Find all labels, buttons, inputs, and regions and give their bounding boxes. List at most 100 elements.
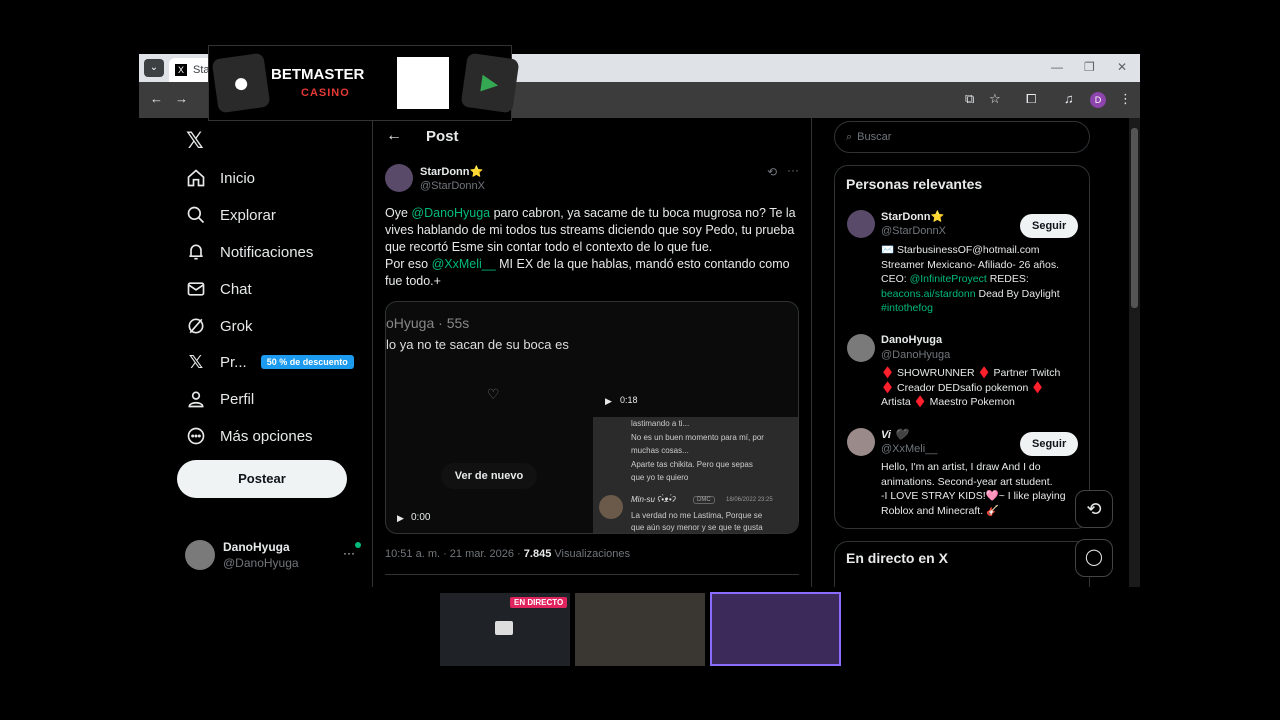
replay-button[interactable]: Ver de nuevo <box>441 463 537 489</box>
scrollbar-thumb[interactable] <box>1131 128 1138 308</box>
x-icon: 𝕏 <box>188 351 204 372</box>
chat-tag: DMC <box>693 496 715 504</box>
person-bio: Hello, I'm an artist, I draw And I do an… <box>881 461 1066 517</box>
minimize-icon[interactable]: — <box>1051 60 1063 74</box>
sidebar-item-explorar[interactable]: Explorar <box>185 201 276 229</box>
person-handle: @XxMeli__ <box>881 443 938 455</box>
heart-icon[interactable]: ♡ <box>487 386 500 403</box>
back-arrow-icon[interactable]: ← <box>150 91 163 106</box>
chat-line: lastimando a ti... <box>631 419 690 428</box>
chat-line: No es un buen momento para mí, por <box>631 433 764 442</box>
person-name[interactable]: Vi 🖤 <box>881 428 908 441</box>
stream-thumb-cam2 <box>710 592 841 666</box>
post-text: Oye @DanoHyuga paro cabron, ya sacame de… <box>385 206 796 288</box>
follow-button[interactable]: Seguir <box>1020 432 1079 456</box>
sidebar-item-perfil[interactable]: Perfil <box>185 385 254 413</box>
google-play-icon: ▶ <box>460 52 520 114</box>
sidebar-item-label: Explorar <box>220 206 276 224</box>
extensions-icon[interactable]: ⧠ <box>1026 91 1036 107</box>
profile-link[interactable]: beacons.ai/stardonn <box>881 288 976 300</box>
video-overlay-handle: oHyuga · 55s <box>386 315 470 331</box>
home-icon <box>185 167 207 189</box>
post-button[interactable]: Postear <box>177 460 347 498</box>
chat-line: que yo te quiero <box>631 473 689 482</box>
sidebar-item-grok[interactable]: Grok <box>185 312 253 340</box>
divider <box>811 118 812 587</box>
stream-thumb-cam1 <box>575 593 705 666</box>
more-dots-icon[interactable]: ··· <box>787 163 799 177</box>
mail-icon <box>185 278 207 300</box>
video-player[interactable]: oHyuga · 55s lo ya no te sacan de su boc… <box>385 301 799 534</box>
bookmark-star-icon[interactable]: ☆ <box>989 91 1001 107</box>
author-handle: @StarDonnX <box>420 180 485 192</box>
x-favicon-icon: X <box>175 64 187 76</box>
person-name[interactable]: DanoHyuga <box>881 334 942 346</box>
relevant-people-card: Personas relevantes StarDonn⭐ @StarDonnX… <box>834 165 1090 529</box>
browser-menu-icon[interactable]: ⋮ <box>1119 91 1132 107</box>
browser-window: ⌄ X Star — ❐ ✕ ← → ⧉ ☆ ⧠ ♫ D ⋮ 𝕏 Inicio … <box>139 54 1140 587</box>
account-name: DanoHyuga <box>223 540 290 554</box>
avatar[interactable] <box>847 334 875 362</box>
apple-logo-icon: ● <box>211 52 271 114</box>
account-switcher[interactable]: DanoHyuga @DanoHyuga ··· <box>185 538 365 572</box>
profile-avatar[interactable]: D <box>1090 92 1106 108</box>
grok-icon[interactable]: ⟲ <box>767 165 777 179</box>
maximize-icon[interactable]: ❐ <box>1084 60 1095 74</box>
avatar[interactable] <box>847 210 875 238</box>
video-time: 0:00 <box>411 512 431 523</box>
avatar[interactable] <box>385 164 413 192</box>
divider <box>385 574 799 575</box>
messages-fab[interactable]: ◯ <box>1075 539 1113 577</box>
sidebar-item-inicio[interactable]: Inicio <box>185 164 255 192</box>
search-input[interactable]: ⌕ Buscar <box>834 121 1090 153</box>
live-badge: EN DIRECTO <box>510 597 568 608</box>
page-title: Post <box>426 128 459 145</box>
scrollbar[interactable] <box>1129 118 1140 587</box>
chat-line: Aparte tas chikita. Pero que sepas <box>631 460 753 469</box>
mention-link[interactable]: @InfiniteProyect <box>910 273 987 285</box>
more-dots-icon[interactable]: ··· <box>343 546 355 560</box>
grok-fab[interactable]: ⟲ <box>1075 490 1113 528</box>
sidebar-item-label: Perfil <box>220 390 255 408</box>
sidebar-item-notificaciones[interactable]: Notificaciones <box>185 238 313 266</box>
hashtag-link[interactable]: #intothefog <box>881 301 1086 316</box>
ad-brand: BETMASTER <box>271 66 365 83</box>
mention-link[interactable]: @DanoHyuga <box>411 206 490 220</box>
betmaster-ad[interactable]: ● BETMASTER CASINO ▶ <box>208 45 520 121</box>
view-count: 7.845 <box>523 548 552 560</box>
avatar[interactable] <box>847 428 875 456</box>
video-overlay-line: lo ya no te sacan de su boca es <box>386 337 569 352</box>
grok-icon <box>185 315 207 337</box>
sidebar-item-label: Pr... <box>220 353 247 371</box>
sidebar-item-chat[interactable]: Chat <box>185 275 252 303</box>
qr-code <box>397 57 449 109</box>
discount-badge: 50 % de descuento <box>260 355 354 369</box>
sidebar-item-premium[interactable]: 𝕏 Pr... 50 % de descuento <box>185 348 354 376</box>
media-control-icon[interactable]: ♫ <box>1064 91 1074 106</box>
more-circle-icon <box>185 425 207 447</box>
x-page: 𝕏 Inicio Explorar Notificaciones Chat Gr… <box>139 118 1140 587</box>
x-logo-icon[interactable]: 𝕏 <box>186 128 204 154</box>
avatar <box>185 540 215 570</box>
person-name[interactable]: StarDonn⭐ <box>881 210 944 223</box>
chat-user: Min-su ʕ•̀ᴥ•́ʔ <box>631 495 676 504</box>
sidebar-item-label: Grok <box>220 317 253 335</box>
search-icon <box>185 204 207 226</box>
chat-line: que aún soy menor y se que te gusta <box>631 523 763 532</box>
play-icon[interactable]: ▶ <box>397 513 404 524</box>
avatar <box>599 495 623 519</box>
forward-arrow-icon[interactable]: → <box>175 91 188 106</box>
chat-line: La verdad no me Lastima, Porque se <box>631 511 763 520</box>
sidebar-item-mas-opciones[interactable]: Más opciones <box>185 422 313 450</box>
play-icon[interactable]: ▶ <box>605 396 612 407</box>
install-app-icon[interactable]: ⧉ <box>965 91 974 107</box>
follow-button[interactable]: Seguir <box>1020 214 1079 238</box>
close-window-icon[interactable]: ✕ <box>1117 60 1127 74</box>
author-name[interactable]: StarDonn⭐ <box>420 165 483 178</box>
person-handle: @StarDonnX <box>881 225 946 237</box>
ad-sub: CASINO <box>301 87 350 99</box>
person-bio: ♦️ SHOWRUNNER ♦️ Partner Twitch ♦️ Cread… <box>881 367 1061 409</box>
back-arrow-icon[interactable]: ← <box>386 127 402 145</box>
tab-search-button[interactable]: ⌄ <box>144 59 164 77</box>
mention-link[interactable]: @XxMeli__ <box>432 257 496 271</box>
